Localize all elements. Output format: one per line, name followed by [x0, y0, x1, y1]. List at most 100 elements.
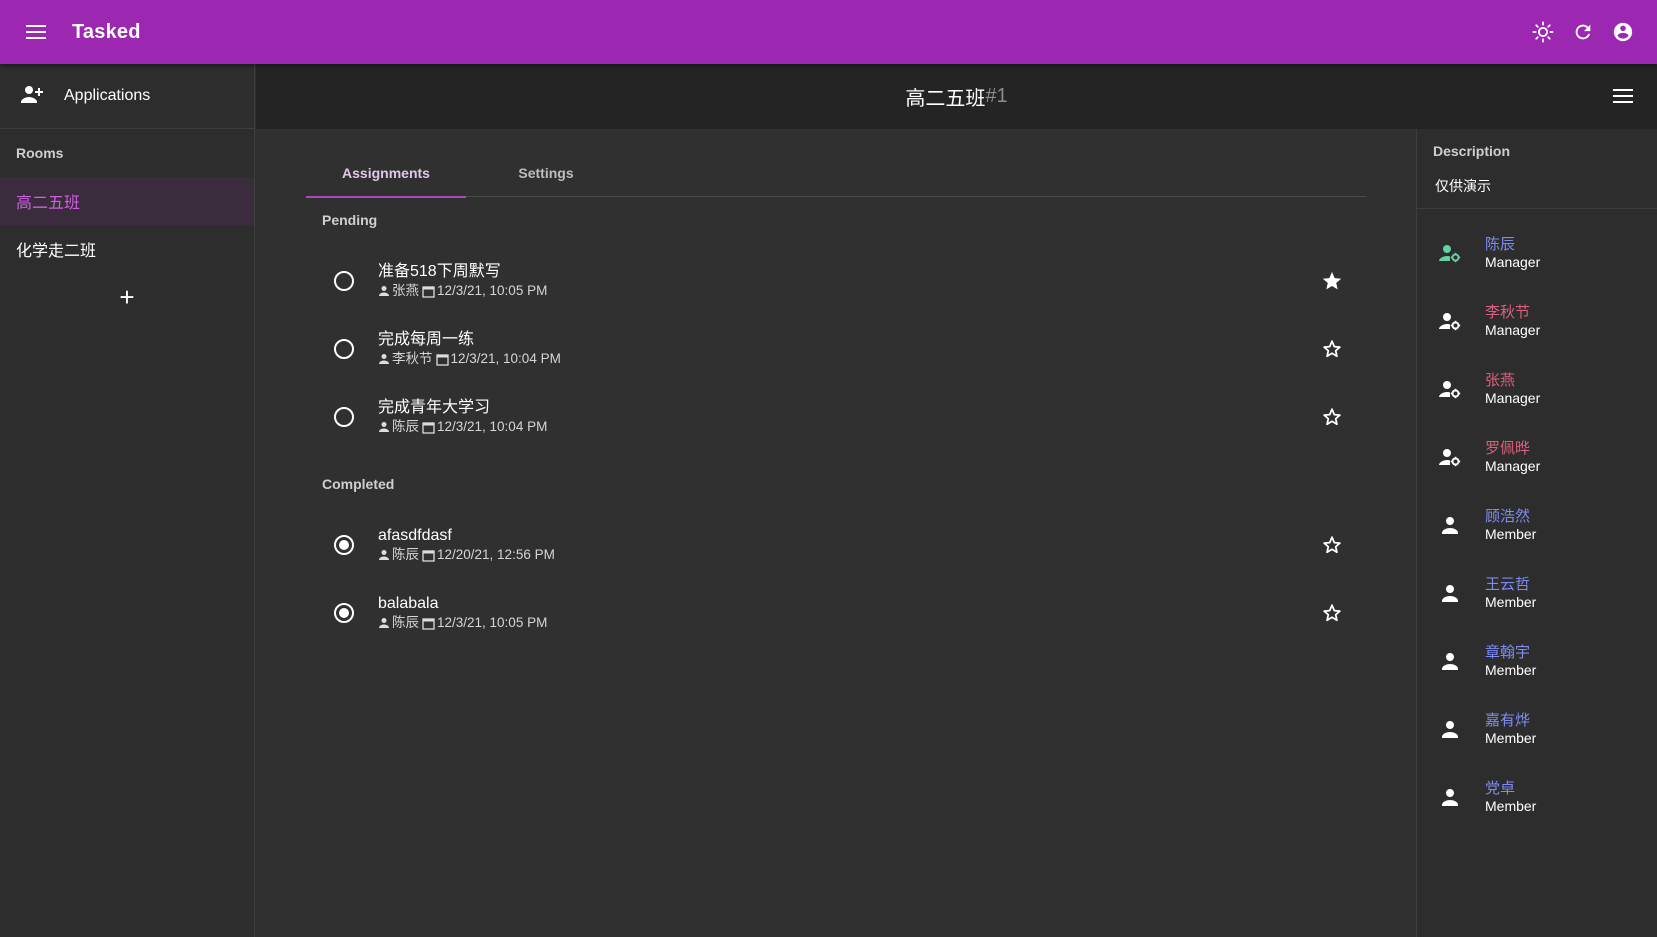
- description-text: 仅供演示: [1435, 178, 1491, 194]
- radio-unchecked-icon[interactable]: [324, 329, 364, 369]
- room-title: 高二五班: [905, 88, 986, 110]
- task-date: 12/3/21, 10:04 PM: [437, 419, 548, 434]
- task-item[interactable]: 完成青年大学习 陈辰 12/3/21, 10:04 PM: [322, 381, 1366, 453]
- calendar-icon: [422, 421, 435, 434]
- person-icon: [379, 286, 389, 296]
- app-title: Tasked: [72, 20, 141, 43]
- divider: [1417, 208, 1657, 209]
- person-icon: [379, 422, 389, 432]
- person-icon: [1438, 649, 1462, 673]
- member-item[interactable]: 陈辰 Manager: [1417, 217, 1657, 289]
- room-id: #1: [985, 85, 1008, 107]
- radio-checked-icon[interactable]: [324, 593, 364, 633]
- star-outline-icon[interactable]: [1312, 397, 1352, 437]
- member-role: Manager: [1485, 457, 1541, 474]
- calendar-icon: [422, 617, 435, 630]
- person-add-icon: [20, 84, 44, 109]
- calendar-icon: [435, 353, 449, 366]
- task-meta: 陈辰 12/3/21, 10:04 PM: [378, 418, 547, 436]
- radio-unchecked-icon[interactable]: [324, 397, 364, 437]
- person-icon: [1438, 717, 1462, 741]
- member-name: 顾浩然: [1485, 507, 1531, 525]
- task-item[interactable]: afasdfdasf 陈辰 12/20/21, 12:56 PM: [322, 509, 1366, 581]
- member-role: Member: [1485, 729, 1537, 746]
- tab-assignments[interactable]: Assignments: [306, 149, 466, 198]
- star-outline-icon[interactable]: [1312, 329, 1352, 369]
- manager-icon: [1438, 377, 1462, 401]
- task-meta: 张燕 12/3/21, 10:05 PM: [378, 282, 547, 300]
- assignments-panel: Assignments Settings Pending 准备518下周默写 张…: [256, 129, 1416, 937]
- star-outline-icon[interactable]: [1312, 593, 1352, 633]
- member-name: 章翰宇: [1485, 643, 1531, 661]
- calendar-icon: [422, 549, 435, 562]
- member-role: Manager: [1485, 321, 1541, 338]
- manager-icon: [1438, 241, 1462, 265]
- radio-checked-icon[interactable]: [324, 525, 364, 565]
- member-item[interactable]: 王云哲 Member: [1417, 557, 1657, 629]
- star-outline-icon[interactable]: [1312, 525, 1352, 565]
- tab-bar: Assignments Settings: [306, 149, 1366, 198]
- app-bar: Tasked: [0, 0, 1657, 64]
- room-item[interactable]: 高二五班: [0, 177, 254, 225]
- member-item[interactable]: 章翰宇 Member: [1417, 625, 1657, 697]
- member-item[interactable]: 张燕 Manager: [1417, 353, 1657, 425]
- member-name: 党卓: [1485, 779, 1516, 797]
- menu-icon[interactable]: [24, 20, 48, 44]
- applications-label: Applications: [64, 87, 151, 104]
- member-name: 李秋节: [1485, 303, 1531, 321]
- person-icon: [1438, 581, 1462, 605]
- member-role: Member: [1485, 525, 1537, 542]
- task-title: 准备518下周默写: [378, 263, 501, 280]
- task-meta: 陈辰 12/3/21, 10:05 PM: [378, 614, 547, 632]
- room-details-panel: Description 仅供演示 陈辰 Manager 李秋节 Manager 张燕 Ma…: [1416, 129, 1657, 937]
- person-icon: [379, 550, 389, 560]
- member-name: 王云哲: [1485, 575, 1531, 593]
- member-role: Manager: [1485, 389, 1541, 406]
- room-item[interactable]: 化学走二班: [0, 225, 254, 273]
- member-role: Member: [1485, 797, 1537, 814]
- star-filled-icon[interactable]: [1312, 261, 1352, 301]
- completed-header: Completed: [322, 476, 395, 492]
- task-assignee: 张燕: [392, 283, 419, 298]
- member-item[interactable]: 顾浩然 Member: [1417, 489, 1657, 561]
- tab-settings[interactable]: Settings: [466, 149, 626, 197]
- radio-unchecked-icon[interactable]: [324, 261, 364, 301]
- refresh-icon[interactable]: [1571, 20, 1595, 44]
- member-role: Member: [1485, 661, 1537, 678]
- task-meta: 陈辰 12/20/21, 12:56 PM: [378, 546, 555, 564]
- add-room-button[interactable]: +: [0, 273, 254, 321]
- account-circle-icon[interactable]: [1611, 20, 1635, 44]
- task-assignee: 陈辰: [392, 547, 419, 562]
- task-item[interactable]: 准备518下周默写 张燕 12/3/21, 10:05 PM: [322, 245, 1366, 317]
- task-item[interactable]: balabala 陈辰 12/3/21, 10:05 PM: [322, 577, 1366, 649]
- description-header: Description: [1433, 143, 1511, 159]
- member-item[interactable]: 李秋节 Manager: [1417, 285, 1657, 357]
- rooms-drawer: Applications Rooms 高二五班 化学走二班 +: [0, 64, 255, 937]
- room-header: 高二五班 #1: [256, 64, 1657, 129]
- task-title: 完成青年大学习: [378, 399, 491, 416]
- member-name: 嘉有烨: [1485, 711, 1531, 729]
- brightness-icon[interactable]: [1531, 20, 1555, 44]
- member-name: 陈辰: [1485, 235, 1516, 253]
- member-name: 罗佩晔: [1485, 439, 1531, 457]
- task-item[interactable]: 完成每周一练 李秋节 12/3/21, 10:04 PM: [322, 313, 1366, 385]
- task-assignee: 陈辰: [392, 419, 419, 434]
- manager-icon: [1438, 445, 1462, 469]
- person-icon: [1438, 513, 1462, 537]
- member-name: 张燕: [1485, 371, 1516, 389]
- room-menu-icon[interactable]: [1611, 84, 1635, 108]
- task-date: 12/3/21, 10:04 PM: [450, 351, 561, 366]
- task-title: 完成每周一练: [378, 331, 475, 348]
- person-icon: [379, 618, 389, 628]
- applications-item[interactable]: Applications: [0, 64, 254, 129]
- person-icon: [379, 354, 389, 364]
- member-item[interactable]: 嘉有烨 Member: [1417, 693, 1657, 765]
- task-date: 12/3/21, 10:05 PM: [437, 283, 548, 298]
- task-meta: 李秋节 12/3/21, 10:04 PM: [378, 350, 561, 368]
- task-date: 12/20/21, 12:56 PM: [437, 547, 555, 562]
- pending-header: Pending: [322, 212, 378, 228]
- member-item[interactable]: 罗佩晔 Manager: [1417, 421, 1657, 493]
- rooms-header: Rooms: [16, 145, 64, 161]
- calendar-icon: [422, 285, 435, 298]
- member-item[interactable]: 党卓 Member: [1417, 761, 1657, 833]
